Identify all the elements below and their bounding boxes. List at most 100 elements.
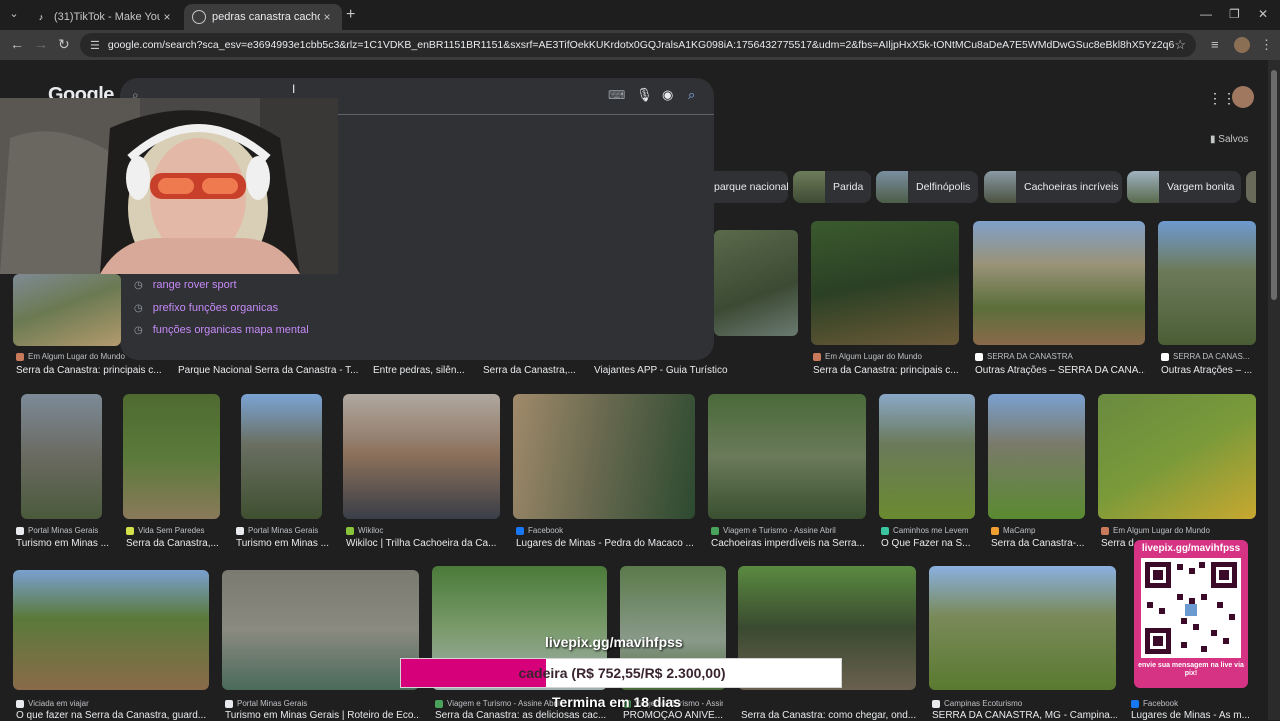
result-title[interactable]: Cachoeiras imperdíveis na Serra... <box>711 538 866 549</box>
chip-label: Parida <box>833 181 864 193</box>
result-image[interactable] <box>222 570 419 690</box>
source-favicon-icon <box>932 699 940 708</box>
result-image[interactable] <box>708 394 866 519</box>
bookmark-star-icon[interactable]: ☆ <box>1174 37 1186 53</box>
qr-code-icon <box>1141 558 1241 658</box>
chip-cachoeiras-incriveis[interactable]: Cachoeiras incríveis <box>984 171 1122 203</box>
reading-list-icon[interactable]: ≡ <box>1211 37 1219 52</box>
chip-delfinopolis[interactable]: Delfinópolis <box>876 171 978 203</box>
result-title[interactable]: Serra da Canastra: como chegar, ond... <box>741 710 919 721</box>
result-title[interactable]: Outras Atrações – SERRA DA CANA... <box>975 365 1145 376</box>
result-image[interactable] <box>811 221 959 345</box>
chip-label: Delfinópolis <box>916 181 971 193</box>
result-title[interactable]: Turismo em Minas ... <box>16 538 116 549</box>
chip-parida[interactable]: Parida <box>793 171 871 203</box>
browser-toolbar: ← → ↻ ☰ google.com/search?sca_esv=e36949… <box>0 30 1280 60</box>
result-image[interactable] <box>13 274 121 346</box>
livepix-qr-panel: livepix.gg/mavihfpss envie sua mensagem … <box>1134 540 1248 688</box>
result-title[interactable]: Serra da Canastra,... <box>126 538 226 549</box>
result-title[interactable]: Wikiloc | Trilha Cachoeira da Ca... <box>346 538 496 549</box>
result-source: MaCamp <box>991 526 1035 535</box>
result-title[interactable]: O Que Fazer na S... <box>881 538 981 549</box>
goal-text: cadeira (R$ 752,55/R$ 2.300,00) <box>518 665 726 681</box>
result-image[interactable] <box>1158 221 1256 345</box>
result-title[interactable]: Serra da Canastra,... <box>483 365 583 376</box>
result-image[interactable] <box>513 394 695 519</box>
chip-vargem-bonita[interactable]: Vargem bonita <box>1127 171 1241 203</box>
keyboard-icon[interactable]: ⌨ <box>608 88 625 102</box>
lens-camera-icon[interactable]: ◉ <box>662 87 673 103</box>
minimize-icon[interactable]: — <box>1200 7 1212 21</box>
result-title[interactable]: Turismo em Minas Gerais | Roteiro de Eco… <box>225 710 420 721</box>
close-window-icon[interactable]: ✕ <box>1258 7 1268 21</box>
suggestion-item[interactable]: ◷ funções organicas mapa mental <box>134 319 309 341</box>
address-bar[interactable]: ☰ google.com/search?sca_esv=e3694993e1cb… <box>80 33 1196 57</box>
account-avatar[interactable] <box>1232 86 1254 108</box>
source-favicon-icon <box>16 526 24 535</box>
site-info-icon[interactable]: ☰ <box>90 39 100 52</box>
tiktok-icon: ♪ <box>38 12 44 22</box>
result-image[interactable] <box>973 221 1145 345</box>
result-source: Em Algum Lugar do Mundo <box>1101 526 1210 535</box>
source-favicon-icon <box>975 352 983 361</box>
result-image[interactable] <box>879 394 975 519</box>
result-title[interactable]: Entre pedras, silên... <box>373 365 473 376</box>
result-image[interactable] <box>714 230 798 336</box>
suggestion-text: prefixo funções organicas <box>152 302 279 314</box>
close-tab-icon[interactable]: × <box>320 10 334 24</box>
source-favicon-icon <box>126 526 134 535</box>
tab-tiktok[interactable]: ♪ (31)TikTok - Make Your Day × <box>26 4 182 30</box>
result-source: Viciada em viajar <box>16 699 89 708</box>
result-image[interactable] <box>1098 394 1256 519</box>
tab-google-search[interactable]: pedras canastra cachoeira - Pesquisa Goo… <box>184 4 342 30</box>
result-image[interactable] <box>241 394 322 519</box>
qr-title: livepix.gg/mavihfpss <box>1141 543 1241 554</box>
result-source: Caminhos me Levem <box>881 526 969 535</box>
source-favicon-icon <box>16 352 24 361</box>
result-title[interactable]: Lugares de Minas - Pedra do Macaco ... <box>516 538 696 549</box>
result-title[interactable]: Viajantes APP - Guia Turístico <box>594 365 744 376</box>
result-title[interactable]: Serra da Canastra-... <box>991 538 1091 549</box>
history-clock-icon: ◷ <box>134 324 143 336</box>
tab-search-chevron-icon[interactable]: ⌄ <box>6 6 22 22</box>
restore-icon[interactable]: ❐ <box>1229 7 1240 21</box>
suggestion-item[interactable]: ◷ range rover sport <box>134 274 237 296</box>
result-title[interactable]: PROMOÇÃO ANIVE... <box>623 710 723 721</box>
result-title[interactable]: SERRA DA CANASTRA, MG - Campina... <box>932 710 1117 721</box>
close-tab-icon[interactable]: × <box>160 10 174 24</box>
source-favicon-icon <box>1161 352 1169 361</box>
result-image[interactable] <box>343 394 500 519</box>
result-title[interactable]: Outras Atrações – ... <box>1161 365 1255 376</box>
result-title[interactable]: O que fazer na Serra da Canastra, guard.… <box>16 710 211 721</box>
result-image[interactable] <box>929 566 1116 690</box>
saved-link[interactable]: ▮ Salvos <box>1210 134 1248 145</box>
result-title[interactable]: Serra da Canastra: as deliciosas cac... <box>435 710 610 721</box>
result-title[interactable]: Turismo em Minas ... <box>236 538 336 549</box>
result-title[interactable]: Lugares de Minas - As m... <box>1131 710 1256 721</box>
result-image[interactable] <box>13 570 209 690</box>
result-image[interactable] <box>21 394 102 519</box>
suggestion-item[interactable]: ◷ prefixo funções organicas <box>134 297 278 319</box>
microphone-icon[interactable]: 🎙 <box>636 87 653 103</box>
new-tab-icon[interactable]: + <box>346 6 355 24</box>
result-source: Facebook <box>1131 699 1178 708</box>
forward-icon[interactable]: → <box>34 36 48 52</box>
result-title[interactable]: Serra da Canastra: principais c... <box>813 365 963 376</box>
source-favicon-icon <box>435 699 443 708</box>
result-title[interactable]: Parque Nacional Serra da Canastra - T... <box>178 365 358 376</box>
history-clock-icon: ◷ <box>134 302 143 314</box>
reload-icon[interactable]: ↻ <box>58 36 70 53</box>
chip-partial[interactable] <box>1246 171 1256 203</box>
result-title[interactable]: Serra da Canastra: principais c... <box>16 365 166 376</box>
profile-avatar[interactable] <box>1234 37 1250 53</box>
google-icon <box>192 10 206 24</box>
tab-title: pedras canastra cachoeira - Pesquisa Goo… <box>212 11 320 23</box>
scrollbar-thumb[interactable] <box>1271 70 1277 300</box>
chip-thumbnail <box>1127 171 1159 203</box>
chip-parque-nacional[interactable]: parque nacional <box>714 171 788 203</box>
result-image[interactable] <box>123 394 220 519</box>
back-icon[interactable]: ← <box>10 36 24 52</box>
result-image[interactable] <box>988 394 1085 519</box>
search-submit-icon[interactable]: ⌕ <box>688 87 695 103</box>
more-menu-icon[interactable]: ⋮ <box>1260 37 1273 53</box>
